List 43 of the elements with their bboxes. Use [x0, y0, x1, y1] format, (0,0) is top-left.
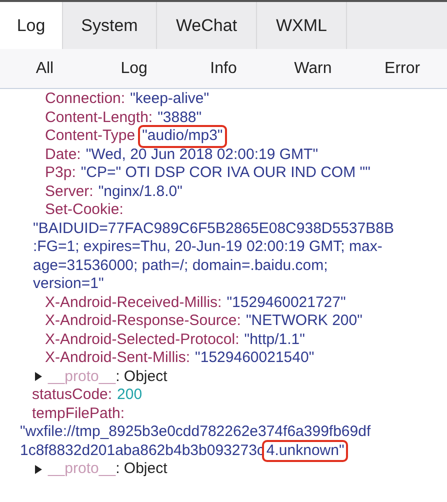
property-value: "Wed, 20 Jun 2018 02:00:19 GMT" — [86, 146, 318, 164]
property-value: "1529460021540" — [195, 349, 314, 368]
tab[interactable]: Log — [0, 2, 63, 49]
property-value: version=1" — [33, 275, 104, 294]
property-value: 1c8f8832d201aba862b4b3b093273c — [20, 442, 264, 460]
property-key: X-Android-Response-Source: — [45, 312, 241, 330]
property-key: Content-Type — [45, 127, 136, 146]
property-key: X-Android-Received-Millis: — [45, 294, 222, 312]
property-value: :FG=1; expires=Thu, 20-Jun-19 02:00:19 GMT; max- — [33, 238, 382, 256]
property-key: X-Android-Selected-Protocol: — [45, 330, 240, 349]
filter-button[interactable]: All — [0, 49, 90, 88]
property-value: "audio/mp3" — [140, 127, 225, 146]
property-value: "NETWORK 200" — [246, 312, 362, 330]
filter-button[interactable]: Error — [358, 49, 447, 88]
property-key: __proto__ — [48, 368, 116, 386]
property-key: Server: — [45, 182, 94, 201]
property-key: Date: — [45, 146, 81, 164]
property-value: "CP=" OTI DSP COR IVA OUR IND COM "" — [80, 164, 370, 182]
property-value: "wxfile://tmp_8925b3e0cdd782262e374f6a399fb69df — [20, 423, 371, 442]
property-value: : Object — [116, 460, 168, 478]
property-key: Connection: — [45, 90, 126, 108]
property-value: 200 — [117, 386, 142, 404]
property-value: "3888" — [158, 108, 202, 127]
property-value: 4.unknown" — [264, 442, 346, 460]
property-value: age=31536000; path=/; domain=.baidu.com; — [33, 256, 328, 275]
expand-triangle-icon[interactable] — [35, 372, 42, 382]
property-key: X-Android-Sent-Millis: — [45, 349, 190, 368]
property-key: P3p: — [45, 164, 76, 182]
property-key: statusCode: — [32, 386, 112, 404]
property-key: Set-Cookie: — [45, 201, 124, 220]
property-key: __proto__ — [48, 460, 116, 478]
filter-button[interactable]: Log — [89, 49, 179, 88]
property-key: Content-Length: — [45, 108, 153, 127]
filter-button[interactable]: Warn — [268, 49, 358, 88]
expand-triangle-icon[interactable] — [35, 464, 42, 474]
property-value: "1529460021727" — [226, 294, 346, 312]
filter-button[interactable]: Info — [178, 49, 268, 88]
property-value: "http/1.1" — [244, 330, 305, 349]
property-value: "keep-alive" — [130, 90, 210, 108]
property-value: : Object — [116, 368, 168, 386]
property-value: "nginx/1.8.0" — [98, 182, 182, 201]
property-value: "BAIDUID=77FAC989C6F5B2865E08C938D5537B8B — [33, 220, 394, 238]
property-key: tempFilePath: — [32, 404, 125, 423]
